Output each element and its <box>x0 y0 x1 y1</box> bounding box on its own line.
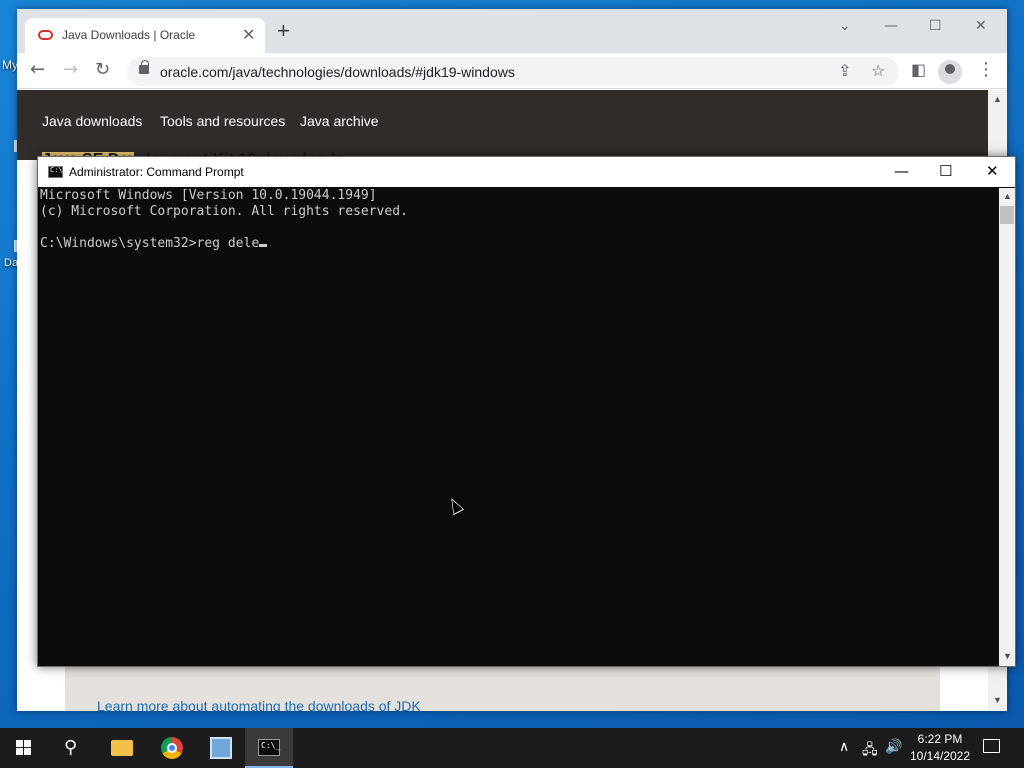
console-input: C:\Windows\system32>reg dele <box>40 236 260 251</box>
cmd-maximize-button[interactable]: ☐ <box>939 162 952 180</box>
desktop-icon-label[interactable]: Da <box>4 257 18 269</box>
cmd-title: Administrator: Command Prompt <box>69 165 244 179</box>
cmd-taskbar-glyph: C:\_ <box>261 741 281 750</box>
cmd-scroll-down-icon[interactable]: ▼ <box>1003 651 1012 661</box>
scroll-up-icon[interactable]: ▲ <box>993 94 1002 104</box>
cmd-scroll-thumb[interactable] <box>1000 206 1014 224</box>
oracle-nav-bar: Java downloads Tools and resources Java … <box>17 90 988 160</box>
cmd-icon-glyph: C:\ <box>50 166 63 174</box>
nav-tools-resources[interactable]: Tools and resources <box>160 113 285 129</box>
browser-tab[interactable]: Java Downloads | Oracle ✕ <box>25 18 265 53</box>
network-icon[interactable]: 🖧 <box>862 739 878 763</box>
share-icon[interactable]: ⇪ <box>838 61 851 80</box>
address-bar[interactable]: oracle.com/java/technologies/downloads/#… <box>127 57 899 86</box>
cmd-title-bar[interactable]: C:\ Administrator: Command Prompt — ☐ ✕ <box>38 157 1015 187</box>
taskbar-chrome[interactable] <box>148 728 196 768</box>
show-hidden-icons-icon[interactable]: ∧ <box>839 739 849 755</box>
url-text[interactable]: oracle.com/java/technologies/downloads/#… <box>160 64 515 80</box>
browser-toolbar: ← → ↻ oracle.com/java/technologies/downl… <box>17 53 1007 89</box>
tab-search-icon[interactable]: ⌄ <box>839 18 851 34</box>
browser-close-button[interactable]: ✕ <box>975 18 987 34</box>
tab-close-icon[interactable]: ✕ <box>242 25 255 45</box>
scroll-down-icon[interactable]: ▼ <box>993 695 1002 705</box>
reload-icon[interactable]: ↻ <box>95 59 110 81</box>
console-output[interactable]: Microsoft Windows [Version 10.0.19044.19… <box>40 188 998 666</box>
lock-icon[interactable] <box>139 60 149 74</box>
console-line: (c) Microsoft Corporation. All rights re… <box>40 204 408 219</box>
tab-title: Java Downloads | Oracle <box>62 28 196 42</box>
side-panel-icon[interactable]: ◧ <box>911 59 926 81</box>
oracle-favicon-icon <box>38 30 53 40</box>
taskbar-clock[interactable]: 6:22 PM 10/14/2022 <box>902 731 978 765</box>
utility-app-icon <box>210 737 232 759</box>
browser-maximize-button[interactable]: ☐ <box>929 18 942 34</box>
tab-strip: Java Downloads | Oracle ✕ + ⌄ — ☐ ✕ <box>17 9 1007 53</box>
chrome-icon <box>161 737 183 759</box>
clock-date: 10/14/2022 <box>909 749 971 763</box>
desktop-icon-label[interactable]: My <box>2 58 18 72</box>
browser-minimize-button[interactable]: — <box>884 18 898 34</box>
start-button[interactable] <box>0 728 48 768</box>
taskbar: ⚲ C:\_ ∧ 🖧 🔊 6:22 PM 10/14/2022 <box>0 728 1024 768</box>
cmd-minimize-button[interactable]: — <box>894 162 909 180</box>
cmd-scrollbar[interactable]: ▲ ▼ <box>999 188 1015 666</box>
console-prompt-line: C:\Windows\system32>reg dele <box>40 236 998 252</box>
cmd-window-icon: C:\ <box>48 166 63 178</box>
folder-icon <box>111 740 133 756</box>
new-tab-button[interactable]: + <box>277 20 290 42</box>
volume-icon[interactable]: 🔊 <box>885 739 902 755</box>
notification-icon[interactable] <box>983 739 1000 753</box>
taskbar-command-prompt[interactable]: C:\_ <box>245 728 293 768</box>
taskbar-search-button[interactable]: ⚲ <box>48 728 96 768</box>
forward-icon[interactable]: → <box>63 59 78 81</box>
windows-logo-icon <box>16 740 32 756</box>
profile-avatar[interactable] <box>938 60 962 84</box>
nav-java-downloads[interactable]: Java downloads <box>42 113 142 129</box>
command-prompt-icon: C:\_ <box>258 739 280 756</box>
console-line: Microsoft Windows [Version 10.0.19044.19… <box>40 188 377 203</box>
taskbar-utility-app[interactable] <box>197 728 245 768</box>
chrome-menu-icon[interactable]: ⋮ <box>977 59 995 81</box>
clock-time: 6:22 PM <box>917 732 963 746</box>
search-icon: ⚲ <box>64 737 78 758</box>
cmd-scroll-up-icon[interactable]: ▲ <box>1003 191 1012 201</box>
learn-more-link[interactable]: Learn more about automating the download… <box>97 698 421 711</box>
taskbar-file-explorer[interactable] <box>98 728 146 768</box>
back-icon[interactable]: ← <box>30 59 45 81</box>
cmd-close-button[interactable]: ✕ <box>986 162 999 180</box>
command-prompt-window: C:\ Administrator: Command Prompt — ☐ ✕ … <box>37 156 1016 667</box>
nav-java-archive[interactable]: Java archive <box>300 113 379 129</box>
text-cursor <box>259 244 268 247</box>
bookmark-star-icon[interactable]: ☆ <box>871 61 885 80</box>
